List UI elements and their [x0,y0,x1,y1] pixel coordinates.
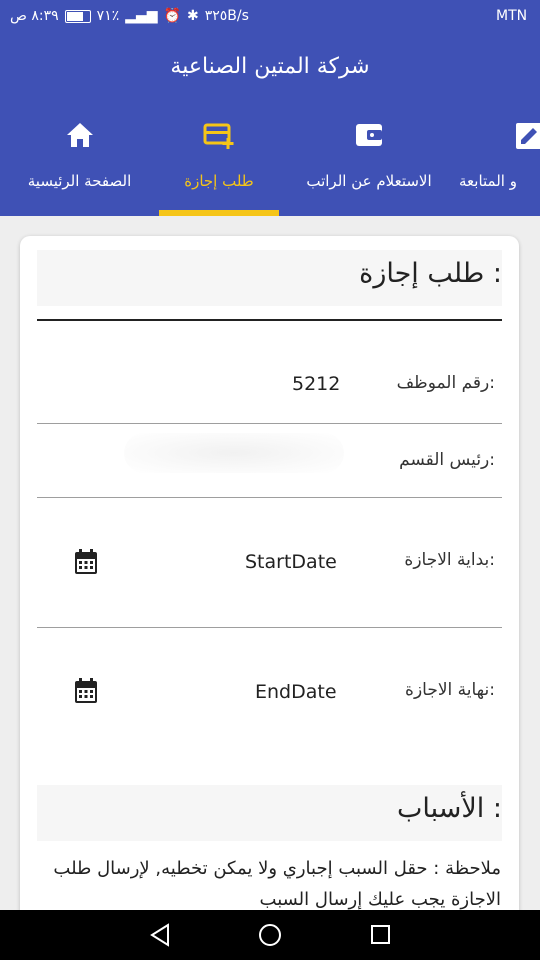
divider [37,423,502,424]
end-date-field[interactable]: EndDate [255,681,337,703]
tab-leave-request-label: طلب إجازة [184,172,254,190]
department-head-label: رئيس القسم: [399,450,495,470]
carrier-name: MTN [496,8,528,24]
reasons-header: الأسباب : [37,785,502,841]
start-date-field[interactable]: StartDate [245,551,337,573]
tab-leave-request[interactable]: طلب إجازة [159,110,279,216]
battery-icon [64,9,91,23]
home-icon [66,122,94,152]
divider [37,497,502,498]
tab-follow-up-label: و المتابعة [459,172,517,190]
divider [37,627,502,628]
back-icon[interactable] [148,922,172,952]
tab-bar: الصفحة الرئيسية طلب إجازة الاستعلام عن ا… [0,110,540,216]
tab-salary-inquiry[interactable]: الاستعلام عن الراتب [279,110,459,216]
calendar-icon[interactable] [73,548,99,580]
wallet-icon [355,122,383,152]
start-date-label: بداية الاجازة: [404,550,495,570]
tab-salary-inquiry-label: الاستعلام عن الراتب [306,172,432,190]
add-card-icon [203,122,235,154]
clock-time: ٨:٣٩ ص [10,8,59,24]
reasons-title: الأسباب : [396,793,502,824]
calendar-icon[interactable] [73,677,99,709]
department-head-value [124,433,344,473]
app-title: شركة المتين الصناعية [170,54,370,79]
recents-icon[interactable] [369,922,393,952]
status-icons: ٨:٣٩ ص ٧١٪ ▂▄▆ ⏰ ✱ ٣٢٥B/s [10,8,249,24]
form-title-header: طلب إجازة : [37,250,502,306]
end-date-label: نهاية الاجازة: [405,680,495,700]
bluetooth-icon: ✱ [187,8,199,24]
employee-number-label: رقم الموظف: [396,373,495,393]
network-speed: ٣٢٥B/s [204,8,249,24]
status-bar: ٨:٣٩ ص ٧١٪ ▂▄▆ ⏰ ✱ ٣٢٥B/s MTN [0,0,540,34]
tab-home[interactable]: الصفحة الرئيسية [0,110,159,216]
edit-icon [515,122,540,154]
tab-follow-up[interactable]: و المتابعة [459,110,540,216]
main-content: طلب إجازة : رقم الموظف: 5212 رئيس القسم:… [0,216,540,910]
employee-number-value: 5212 [292,373,341,395]
leave-request-card: طلب إجازة : رقم الموظف: 5212 رئيس القسم:… [20,236,519,910]
tab-home-label: الصفحة الرئيسية [27,172,132,190]
battery-percent: ٧١٪ [96,8,120,24]
form-title: طلب إجازة : [359,258,502,289]
title-divider [37,319,502,321]
home-button-icon[interactable] [257,922,283,952]
signal-icon: ▂▄▆ [125,8,158,24]
system-navigation-bar [0,910,540,960]
reason-note: ملاحظة : حقل السبب إجباري ولا يمكن تخطيه… [53,858,501,910]
alarm-icon: ⏰ [163,8,181,24]
